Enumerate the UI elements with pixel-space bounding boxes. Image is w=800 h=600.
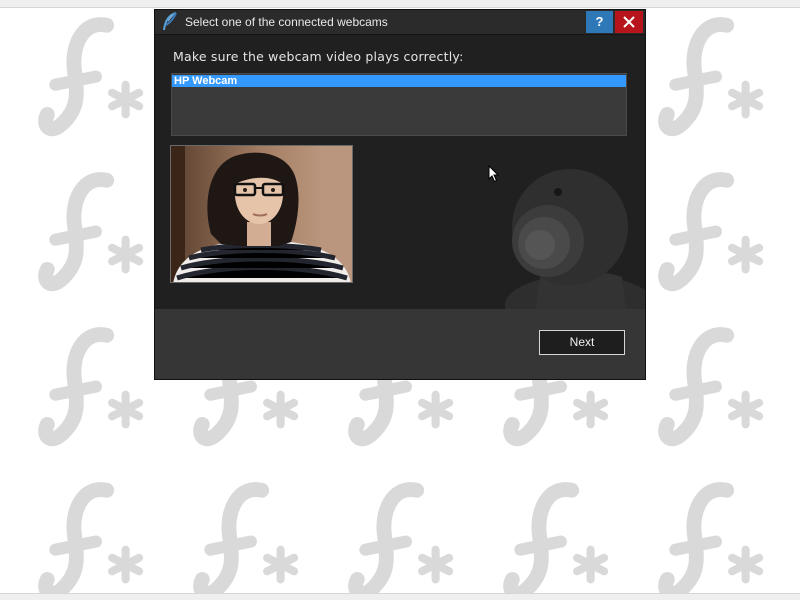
close-icon xyxy=(623,16,635,28)
mouse-pointer-icon xyxy=(488,165,500,183)
wallpaper-glyph xyxy=(666,180,759,284)
wallpaper-glyph xyxy=(46,180,139,284)
window-frame-bottom xyxy=(0,593,800,600)
dialog-titlebar[interactable]: Select one of the connected webcams ? xyxy=(155,10,645,35)
close-button[interactable] xyxy=(615,11,643,33)
dialog-footer: Next xyxy=(155,309,645,379)
wallpaper-glyph xyxy=(666,335,759,439)
wallpaper-glyph xyxy=(356,490,449,594)
instruction-text: Make sure the webcam video plays correct… xyxy=(173,49,464,64)
dialog-title: Select one of the connected webcams xyxy=(185,15,388,29)
wallpaper-glyph xyxy=(666,25,759,129)
window-frame-top xyxy=(0,0,800,8)
wallpaper-glyph xyxy=(46,490,139,594)
next-button[interactable]: Next xyxy=(539,330,625,355)
webcam-selection-dialog: Select one of the connected webcams ? Ma… xyxy=(155,10,645,379)
webcam-video-frame xyxy=(171,146,352,282)
wallpaper-glyph xyxy=(666,490,759,594)
wallpaper-glyph xyxy=(201,490,294,594)
desktop: Select one of the connected webcams ? Ma… xyxy=(0,0,800,600)
wallpaper-glyph xyxy=(46,335,139,439)
webcam-icon xyxy=(505,169,645,310)
webcam-list[interactable]: HP Webcam xyxy=(171,73,627,136)
wallpaper-glyph xyxy=(46,25,139,129)
help-icon: ? xyxy=(595,14,604,29)
wallpaper-glyph xyxy=(511,490,604,594)
feather-icon xyxy=(163,12,177,31)
webcam-video-preview xyxy=(170,145,353,283)
help-button[interactable]: ? xyxy=(586,11,613,33)
webcam-list-item-hp-webcam[interactable]: HP Webcam xyxy=(172,75,626,87)
